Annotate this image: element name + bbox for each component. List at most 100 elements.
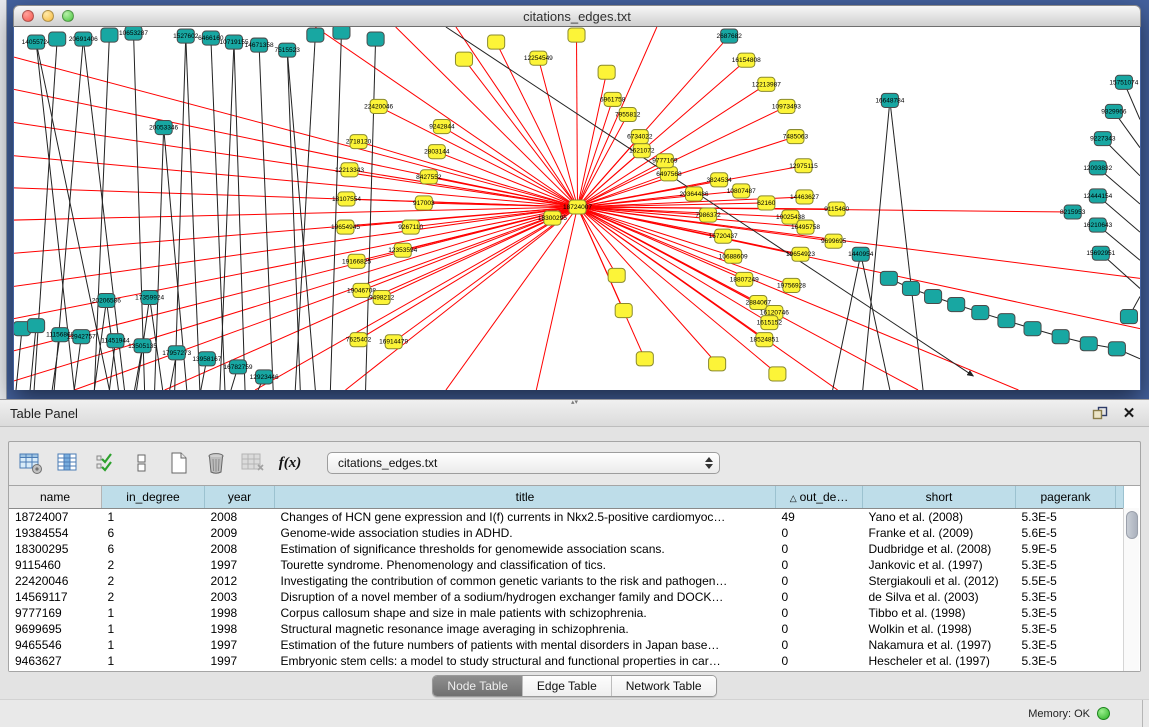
table-row[interactable]: 946554611997Estimation of the future num… (9, 637, 1124, 653)
graph-node[interactable]: 12093832 (1083, 161, 1112, 175)
graph-node[interactable]: 12444154 (1083, 189, 1112, 203)
column-header-title[interactable]: title (275, 486, 776, 509)
graph-node[interactable]: 7515523 (275, 43, 301, 57)
table-row[interactable]: 946362711997Embryonic stem cells: a mode… (9, 653, 1124, 669)
graph-node[interactable]: 11451944 (101, 334, 130, 348)
tab-edge-table[interactable]: Edge Table (523, 676, 612, 696)
graph-node[interactable]: 14463627 (790, 190, 819, 204)
table-row[interactable]: 1456911722003Disruption of a novel membe… (9, 589, 1124, 605)
graph-node[interactable]: 9498212 (369, 290, 395, 304)
graph-node[interactable]: 7986372 (695, 208, 721, 222)
window-titlebar[interactable]: citations_edges.txt (13, 5, 1141, 27)
table-row[interactable]: 1872400712008Changes of HCN gene express… (9, 509, 1124, 526)
column-header-year[interactable]: year (205, 486, 275, 509)
graph-node[interactable]: 1440954 (848, 247, 874, 261)
tab-node-table[interactable]: Node Table (433, 676, 523, 696)
graph-node[interactable] (709, 357, 726, 371)
graph-node[interactable]: 19654923 (786, 247, 815, 261)
graph-node[interactable]: 12254549 (524, 51, 553, 65)
graph-node[interactable]: 10688609 (719, 249, 748, 263)
graph-node[interactable]: 13505135 (128, 339, 157, 353)
graph-node[interactable] (880, 271, 897, 285)
graph-node[interactable]: 20206586 (92, 293, 121, 307)
graph-node[interactable]: 20364486 (680, 187, 709, 201)
float-panel-icon[interactable] (1089, 404, 1111, 422)
graph-node[interactable] (367, 32, 384, 46)
graph-node[interactable]: 2803144 (424, 145, 450, 159)
graph-node[interactable]: 2718120 (346, 135, 372, 149)
graph-node[interactable]: 9227343 (1090, 132, 1116, 146)
graph-node[interactable]: 10653287 (119, 27, 148, 40)
graph-node[interactable]: 12353594 (388, 243, 417, 257)
graph-node[interactable]: 9699695 (821, 234, 847, 248)
graph-node[interactable]: 19756928 (777, 278, 806, 292)
graph-node[interactable]: 7625402 (346, 333, 372, 347)
column-header-name[interactable]: name (9, 486, 102, 509)
graph-node[interactable]: 16154808 (732, 53, 761, 67)
graph-node[interactable] (1108, 342, 1125, 356)
column-header-short[interactable]: short (863, 486, 1016, 509)
table-select-dropdown[interactable]: citations_edges.txt (327, 452, 720, 474)
row-checks-icon[interactable] (91, 449, 119, 477)
rows-icon[interactable] (128, 449, 156, 477)
graph-node[interactable]: 9777169 (652, 154, 678, 168)
graph-node[interactable]: 8427552 (416, 170, 442, 184)
graph-node[interactable]: 15751074 (1109, 75, 1138, 89)
table-row[interactable]: 977716911998Corpus callosum shape and si… (9, 605, 1124, 621)
function-builder-icon[interactable]: f(x) (276, 449, 304, 477)
graph-node[interactable]: 9115460 (824, 202, 849, 216)
graph-node[interactable] (488, 35, 505, 49)
graph-node[interactable]: 10807487 (727, 184, 756, 198)
column-header-pagerank[interactable]: pagerank (1016, 486, 1116, 509)
new-document-icon[interactable] (165, 449, 193, 477)
graph-node[interactable]: 14055724 (22, 35, 51, 49)
graph-node[interactable]: 7955812 (615, 107, 641, 121)
graph-node[interactable] (972, 306, 989, 320)
graph-node[interactable]: 14671358 (245, 38, 274, 52)
graph-node[interactable]: 917003 (413, 196, 435, 210)
graph-node[interactable] (608, 268, 625, 282)
table-row[interactable]: 1938455462009Genome-wide association stu… (9, 525, 1124, 541)
graph-node[interactable] (615, 304, 632, 318)
graph-node[interactable]: 3824534 (706, 173, 732, 187)
graph-node[interactable]: 2687682 (716, 29, 742, 43)
scrollbar-thumb[interactable] (1126, 511, 1138, 539)
show-columns-icon[interactable] (54, 449, 82, 477)
vertical-scrollbar[interactable] (1123, 508, 1139, 671)
graph-node[interactable] (307, 28, 324, 42)
graph-node[interactable]: 9267110 (398, 220, 423, 234)
graph-node[interactable] (998, 314, 1015, 328)
graph-node[interactable] (769, 367, 786, 381)
column-header-in_degree[interactable]: in_degree (102, 486, 205, 509)
table-options-icon[interactable] (17, 449, 45, 477)
graph-node[interactable]: 8215953 (1060, 205, 1086, 219)
graph-node[interactable]: 13958167 (192, 352, 221, 366)
column-header-out_de[interactable]: △out_de… (776, 486, 863, 509)
graph-node[interactable]: 15692951 (1086, 246, 1115, 260)
graph-node[interactable] (636, 352, 653, 366)
graph-node[interactable]: 17359924 (135, 290, 164, 304)
graph-node[interactable] (49, 32, 66, 46)
graph-node[interactable]: 1621072 (629, 144, 655, 158)
graph-node[interactable]: 20691406 (69, 32, 98, 46)
table-row[interactable]: 969969511998Structural magnetic resonanc… (9, 621, 1124, 637)
close-panel-icon[interactable]: ✕ (1119, 404, 1139, 422)
graph-node[interactable] (1080, 337, 1097, 351)
graph-node[interactable]: 9329966 (1101, 104, 1127, 118)
trash-icon[interactable] (202, 449, 230, 477)
graph-node[interactable]: 16210643 (1083, 218, 1112, 232)
graph-node[interactable] (598, 65, 615, 79)
table-row[interactable]: 2242004622012Investigating the contribut… (9, 573, 1124, 589)
graph-node[interactable]: 62160 (757, 196, 775, 210)
graph-node[interactable]: 12923446 (250, 370, 279, 384)
panel-splitter-handle[interactable]: ▴▾ (566, 399, 584, 405)
graph-node[interactable]: 6497568 (656, 167, 682, 181)
graph-node[interactable]: 16914479 (379, 335, 408, 349)
graph-node[interactable]: 6734022 (627, 130, 653, 144)
graph-node[interactable]: 12975115 (789, 159, 818, 173)
graph-node[interactable]: 18524851 (750, 333, 779, 347)
graph-node[interactable] (333, 27, 350, 39)
graph-node[interactable]: 1527602 (173, 29, 199, 43)
graph-node[interactable] (925, 289, 942, 303)
graph-node[interactable] (568, 28, 585, 42)
